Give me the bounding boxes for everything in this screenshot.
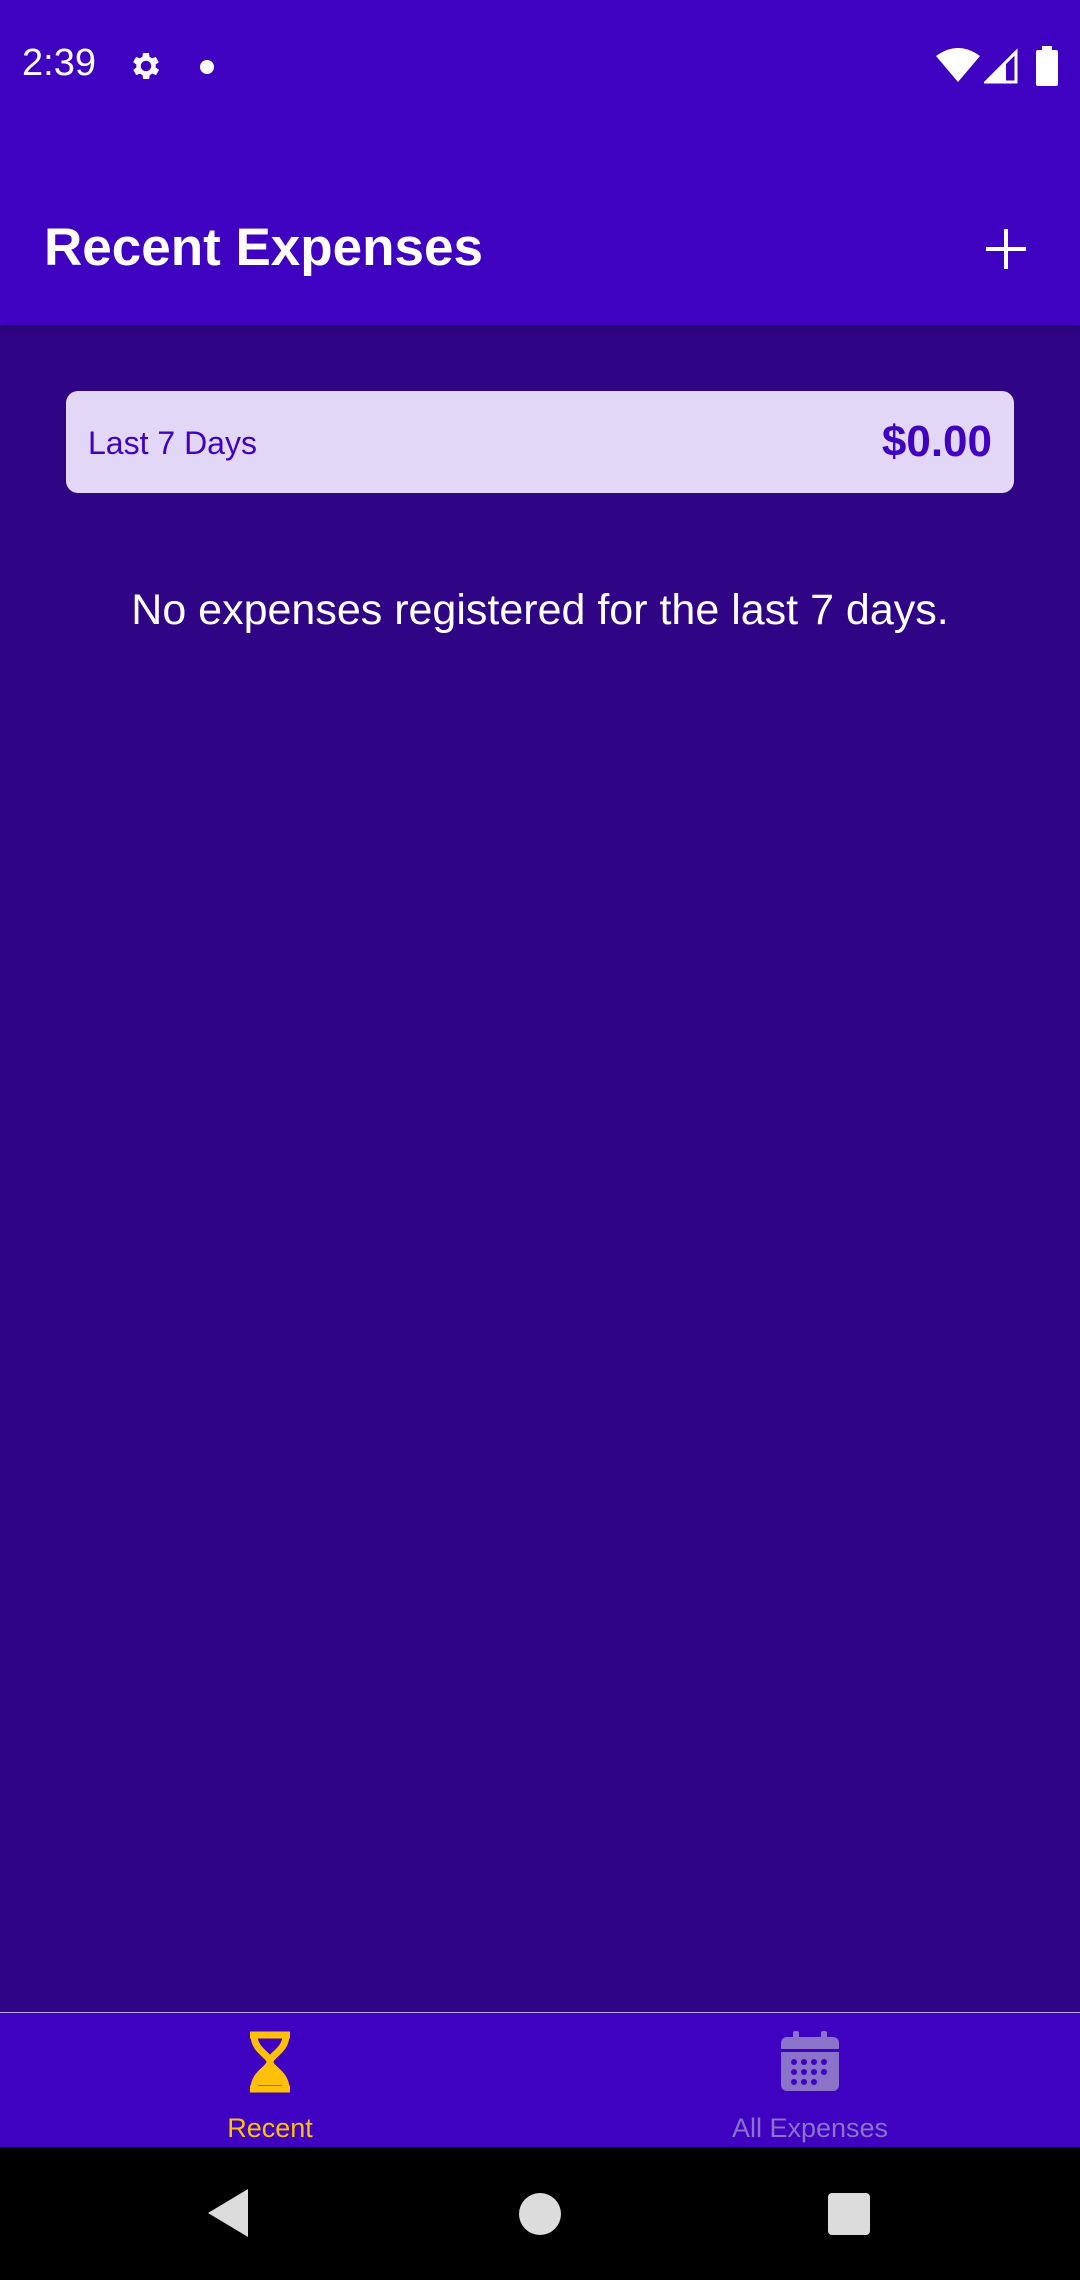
calendar-icon — [781, 2031, 839, 2091]
home-circle-icon[interactable] — [519, 2193, 561, 2235]
cellular-signal-icon — [984, 48, 1018, 84]
gear-icon — [133, 52, 160, 80]
add-expense-button[interactable] — [968, 211, 1044, 287]
notification-dot-icon — [200, 60, 214, 74]
hourglass-icon — [250, 2031, 290, 2093]
tab-all-expenses[interactable]: All Expenses — [540, 2013, 1080, 2148]
expenses-summary-card: Last 7 Days $0.00 — [66, 391, 1014, 493]
summary-period-label: Last 7 Days — [88, 425, 257, 461]
battery-icon — [1036, 46, 1058, 86]
recents-square-icon[interactable] — [828, 2193, 870, 2235]
tab-recent[interactable]: Recent — [0, 2013, 540, 2148]
tab-recent-label: Recent — [227, 2113, 313, 2143]
page-title: Recent Expenses — [44, 218, 483, 277]
status-time: 2:39 — [22, 42, 96, 84]
status-bar: 2:39 — [0, 0, 1080, 135]
wifi-icon — [936, 48, 980, 82]
bottom-navigation: Recent All Expenses — [0, 2012, 1080, 2147]
empty-state-message: No expenses registered for the last 7 da… — [131, 586, 949, 634]
summary-total: $0.00 — [881, 417, 992, 466]
screen: 2:39 Recent Expenses Last 7 Days $0.00 N… — [0, 0, 1080, 2280]
app-bar: Recent Expenses — [0, 135, 1080, 325]
plus-icon — [986, 229, 1026, 269]
system-navigation-bar — [0, 2147, 1080, 2280]
tab-all-expenses-label: All Expenses — [731, 2113, 889, 2143]
back-triangle-icon[interactable] — [204, 2187, 252, 2239]
